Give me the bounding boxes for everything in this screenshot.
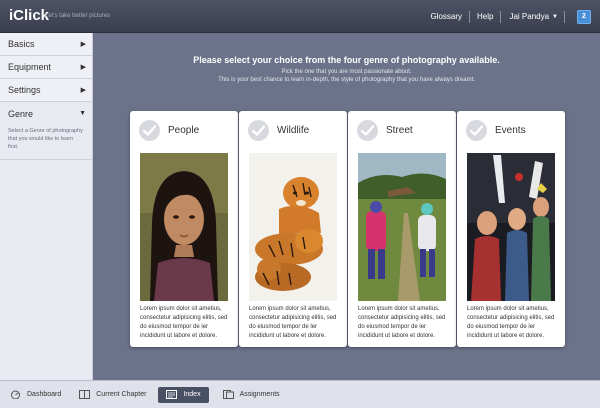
chevron-right-icon: ▶ — [80, 87, 86, 94]
gauge-icon — [11, 390, 20, 399]
index-label: Index — [183, 391, 201, 398]
assignments-label: Assignments — [239, 391, 280, 398]
checkmark-icon[interactable] — [248, 119, 269, 141]
user-name: Jai Pandya — [509, 12, 550, 21]
sidebar-item-settings[interactable]: Settings ▶ — [0, 79, 92, 102]
bottom-bar: Dashboard Current Chapter Index Assignme… — [0, 380, 600, 408]
sidebar-item-genre[interactable]: Genre ▼ — [0, 102, 92, 125]
checkmark-icon[interactable] — [466, 119, 487, 141]
card-header: Street — [348, 111, 456, 149]
genre-card-people[interactable]: People Lorem ipsum dolor sit ametius, co… — [130, 111, 238, 347]
glossary-link[interactable]: Glossary — [423, 12, 469, 21]
card-description: Lorem ipsum dolor sit ametius, consectet… — [358, 306, 446, 339]
assignments-tab[interactable]: Assignments — [213, 381, 288, 408]
user-menu[interactable]: Jai Pandya ▼ — [501, 12, 564, 21]
sidebar-item-label: Equipment — [8, 62, 52, 72]
page-headline: Please select your choice from the four … — [193, 55, 500, 65]
sidebar-item-label: Settings — [8, 85, 41, 95]
app-tagline: Let's take better pictures — [45, 13, 111, 19]
dashboard-tab[interactable]: Dashboard — [0, 381, 69, 408]
wildlife-photo — [249, 153, 337, 301]
card-description: Lorem ipsum dolor sit ametius, consectet… — [140, 306, 228, 339]
app-logo[interactable]: iClick — [9, 7, 49, 24]
sidebar-item-label: Genre — [8, 108, 34, 119]
card-title: Wildlife — [277, 124, 310, 136]
list-icon — [166, 390, 178, 399]
sidebar-item-label: Basics — [8, 39, 35, 49]
top-links: Glossary Help Jai Pandya ▼ 2 — [423, 0, 600, 33]
checkmark-icon[interactable] — [139, 119, 160, 141]
page-subline: This is your best chance to learn in-dep… — [218, 77, 475, 83]
page-subline: Pick the one that you are most passionat… — [281, 69, 412, 75]
book-icon — [79, 390, 91, 399]
chevron-down-icon: ▼ — [79, 110, 86, 117]
help-link[interactable]: Help — [470, 12, 500, 21]
card-title: Street — [386, 124, 413, 136]
divider — [564, 10, 565, 23]
events-photo — [467, 153, 555, 301]
chevron-right-icon: ▶ — [80, 64, 86, 71]
main-content: Please select your choice from the four … — [93, 33, 600, 380]
people-photo — [140, 153, 228, 301]
card-header: Events — [457, 111, 565, 149]
current-chapter-tab[interactable]: Current Chapter — [69, 381, 154, 408]
dashboard-label: Dashboard — [27, 391, 62, 398]
index-tab[interactable]: Index — [158, 386, 209, 403]
current-chapter-label: Current Chapter — [96, 391, 147, 398]
card-description: Lorem ipsum dolor sit ametius, consectet… — [249, 306, 337, 339]
card-description: Lorem ipsum dolor sit ametius, consectet… — [467, 306, 555, 339]
assignment-icon — [222, 390, 234, 399]
sidebar-item-basics[interactable]: Basics ▶ — [0, 33, 92, 56]
sidebar: Basics ▶ Equipment ▶ Settings ▶ Genre ▼ … — [0, 33, 93, 380]
card-header: Wildlife — [239, 111, 347, 149]
card-header: People — [130, 111, 238, 149]
card-title: Events — [495, 124, 526, 136]
genre-card-events[interactable]: Events Lorem ipsum dolor sit ametius, co… — [457, 111, 565, 347]
card-title: People — [168, 124, 200, 136]
chevron-down-icon: ▼ — [552, 13, 558, 20]
genre-card-street[interactable]: Street Lorem ipsum dolor sit ametius, co… — [348, 111, 456, 347]
genre-card-wildlife[interactable]: Wildlife Lorem ipsum dolor sit ametius, … — [239, 111, 347, 347]
checkmark-icon[interactable] — [357, 119, 378, 141]
chevron-right-icon: ▶ — [80, 41, 86, 48]
top-bar: iClick Let's take better pictures Glossa… — [0, 0, 600, 33]
genre-description: Select a Genre of photography that you w… — [0, 125, 92, 160]
sidebar-item-equipment[interactable]: Equipment ▶ — [0, 56, 92, 79]
notification-badge[interactable]: 2 — [577, 9, 591, 24]
street-photo — [358, 153, 446, 301]
